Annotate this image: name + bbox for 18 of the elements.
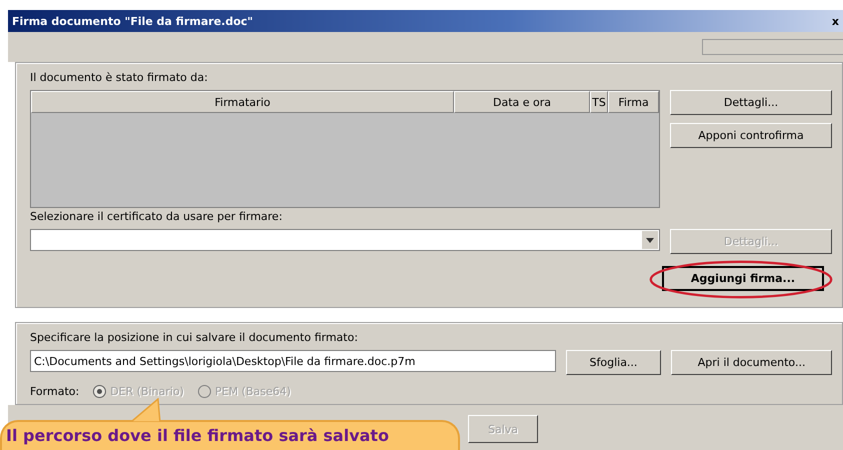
column-header[interactable]: Data e ora bbox=[454, 91, 590, 113]
window-title: Firma documento "File da firmare.doc" bbox=[12, 14, 254, 28]
certificate-dropdown[interactable] bbox=[30, 229, 660, 251]
add-signature-button[interactable]: Aggiungi firma... bbox=[662, 266, 824, 291]
close-button[interactable]: x bbox=[832, 14, 839, 28]
certificate-label: Selezionare il certificato da usare per firmare: bbox=[30, 210, 284, 223]
callout-text: Il percorso dove il file firmato sarà salvato bbox=[6, 426, 389, 445]
column-header[interactable]: Firmatario bbox=[31, 91, 454, 113]
dialog-button[interactable]: Dettagli... bbox=[670, 90, 832, 115]
dialog-button[interactable]: Apponi controfirma bbox=[670, 123, 832, 148]
save-label: Specificare la posizione in cui salvare il documento firmato: bbox=[30, 331, 359, 344]
open-button[interactable]: Apri il documento... bbox=[671, 350, 832, 375]
format-label: Formato: bbox=[30, 385, 80, 398]
path-field[interactable]: C:\Documents and Settings\lorigiola\Desktop\File da firmare.doc.p7m bbox=[30, 350, 556, 372]
column-header[interactable]: Firma bbox=[608, 91, 659, 113]
browse-button[interactable]: Sfoglia... bbox=[566, 350, 662, 375]
signers-label: Il documento è stato firmato da: bbox=[30, 71, 209, 84]
column-header[interactable]: TS bbox=[590, 91, 608, 113]
